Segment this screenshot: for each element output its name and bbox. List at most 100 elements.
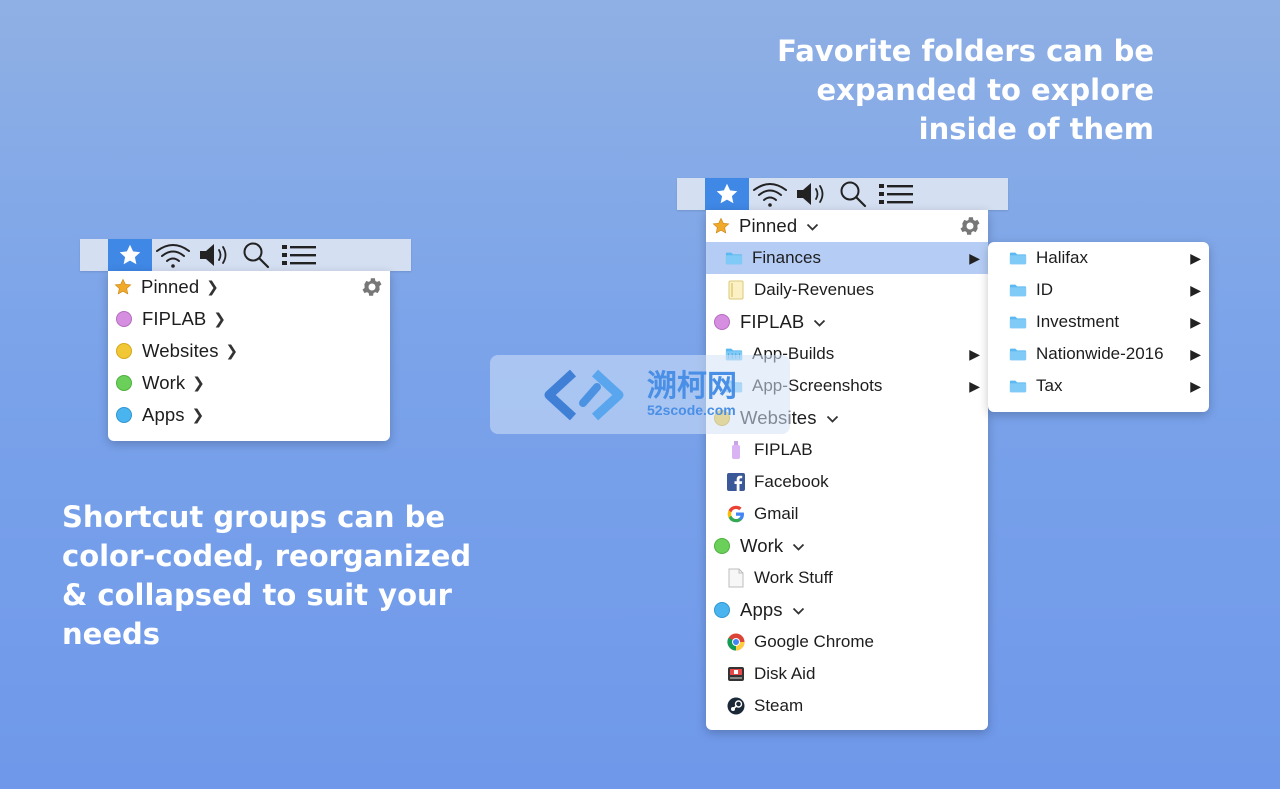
item-google-chrome[interactable]: Google Chrome <box>706 626 988 658</box>
item-disk-aid[interactable]: Disk Aid <box>706 658 988 690</box>
item-label: Finances <box>752 248 821 267</box>
group-apps[interactable]: Apps ❯ <box>108 399 390 431</box>
search-icon[interactable] <box>236 239 278 271</box>
watermark-logo-icon <box>544 369 624 420</box>
subitem-tax[interactable]: Tax ▶ <box>988 370 1209 402</box>
group-pinned[interactable]: Pinned <box>706 210 988 242</box>
group-label: Apps <box>142 404 185 425</box>
color-dot <box>115 374 133 392</box>
group-label: FIPLAB <box>740 311 805 332</box>
volume-icon[interactable] <box>791 178 833 210</box>
group-websites[interactable]: Websites ❯ <box>108 335 390 367</box>
menubar-small <box>80 239 411 271</box>
group-label: Apps <box>740 599 783 620</box>
item-facebook[interactable]: Facebook <box>706 466 988 498</box>
subitem-nationwide-2016[interactable]: Nationwide-2016 ▶ <box>988 338 1209 370</box>
group-pinned[interactable]: Pinned ❯ <box>108 271 390 303</box>
item-fiplab-site[interactable]: FIPLAB <box>706 434 988 466</box>
chevron-right-icon: ❯ <box>213 311 227 328</box>
item-label: Gmail <box>754 504 799 523</box>
bottle-icon <box>727 441 745 459</box>
color-dot <box>713 313 731 331</box>
chevron-down-icon <box>792 535 805 557</box>
folder-icon <box>1009 377 1027 395</box>
star-icon <box>114 278 132 296</box>
item-steam[interactable]: Steam <box>706 690 988 722</box>
star-icon[interactable] <box>705 178 749 210</box>
caption-right: Favorite folders can be expanded to expl… <box>777 34 1154 146</box>
shortcut-menu-expanded: Pinned Finances ▶ Daily-Revenues FIPLAB … <box>706 210 988 730</box>
chevron-right-icon: ❯ <box>206 279 219 296</box>
chevron-down-icon <box>806 215 819 237</box>
item-finances[interactable]: Finances ▶ <box>706 242 988 274</box>
triangle-right-icon: ▶ <box>1190 281 1201 298</box>
group-fiplab[interactable]: FIPLAB ❯ <box>108 303 390 335</box>
item-label: Facebook <box>754 472 829 491</box>
item-label: Tax <box>1036 376 1063 395</box>
item-label: Disk Aid <box>754 664 816 683</box>
group-label: FIPLAB <box>142 308 207 329</box>
item-gmail[interactable]: Gmail <box>706 498 988 530</box>
watermark-text: 溯柯网 <box>647 369 737 403</box>
group-label: Pinned <box>739 215 798 236</box>
gear-icon[interactable] <box>958 214 982 243</box>
group-work[interactable]: Work <box>706 530 988 562</box>
subitem-halifax[interactable]: Halifax ▶ <box>988 242 1209 274</box>
item-label: Steam <box>754 696 804 715</box>
group-work[interactable]: Work ❯ <box>108 367 390 399</box>
item-label: Google Chrome <box>754 632 875 651</box>
caption-left: Shortcut groups can be color-coded, reor… <box>62 500 472 651</box>
item-label: Halifax <box>1036 248 1088 267</box>
subitem-id[interactable]: ID ▶ <box>988 274 1209 306</box>
chrome-icon <box>727 633 745 651</box>
chevron-right-icon: ❯ <box>225 343 239 360</box>
folder-icon <box>1009 249 1027 267</box>
facebook-icon <box>727 473 745 491</box>
triangle-right-icon: ▶ <box>1190 377 1201 394</box>
item-label: Daily-Revenues <box>754 280 874 299</box>
folder-icon <box>1009 313 1027 331</box>
watermark-sub: 52scode.com <box>647 401 736 418</box>
chevron-right-icon: ❯ <box>192 375 205 392</box>
triangle-right-icon: ▶ <box>969 345 980 362</box>
wifi-icon[interactable] <box>152 239 194 271</box>
document-icon <box>727 280 745 300</box>
chevron-down-icon <box>826 407 839 429</box>
triangle-right-icon: ▶ <box>1190 249 1201 266</box>
item-label: Work Stuff <box>754 568 833 587</box>
color-dot <box>115 406 133 424</box>
menubar-large <box>677 178 1008 210</box>
triangle-right-icon: ▶ <box>969 249 980 266</box>
chevron-right-icon: ❯ <box>191 407 205 424</box>
disk-aid-icon <box>727 665 745 683</box>
item-label: Investment <box>1036 312 1120 331</box>
volume-icon[interactable] <box>194 239 236 271</box>
item-label: Nationwide-2016 <box>1036 344 1164 363</box>
item-daily-revenues[interactable]: Daily-Revenues <box>706 274 988 306</box>
subitem-investment[interactable]: Investment ▶ <box>988 306 1209 338</box>
triangle-right-icon: ▶ <box>1190 313 1201 330</box>
gear-icon[interactable] <box>360 275 384 304</box>
color-dot <box>115 310 133 328</box>
color-dot <box>713 601 731 619</box>
triangle-right-icon: ▶ <box>969 377 980 394</box>
group-label: Work <box>142 372 186 393</box>
chevron-down-icon <box>813 311 826 333</box>
group-apps[interactable]: Apps <box>706 594 988 626</box>
item-label: ID <box>1036 280 1053 299</box>
list-icon[interactable] <box>278 239 320 271</box>
group-label: Work <box>740 535 784 556</box>
star-icon <box>712 217 730 235</box>
folder-icon <box>1009 281 1027 299</box>
group-label: Pinned <box>141 276 200 297</box>
group-fiplab[interactable]: FIPLAB <box>706 306 988 338</box>
wifi-icon[interactable] <box>749 178 791 210</box>
steam-icon <box>727 697 745 715</box>
list-icon[interactable] <box>875 178 917 210</box>
star-icon[interactable] <box>108 239 152 271</box>
color-dot <box>713 537 731 555</box>
item-work-stuff[interactable]: Work Stuff <box>706 562 988 594</box>
google-icon <box>727 505 745 523</box>
watermark: 溯柯网 52scode.com <box>490 355 790 434</box>
search-icon[interactable] <box>833 178 875 210</box>
